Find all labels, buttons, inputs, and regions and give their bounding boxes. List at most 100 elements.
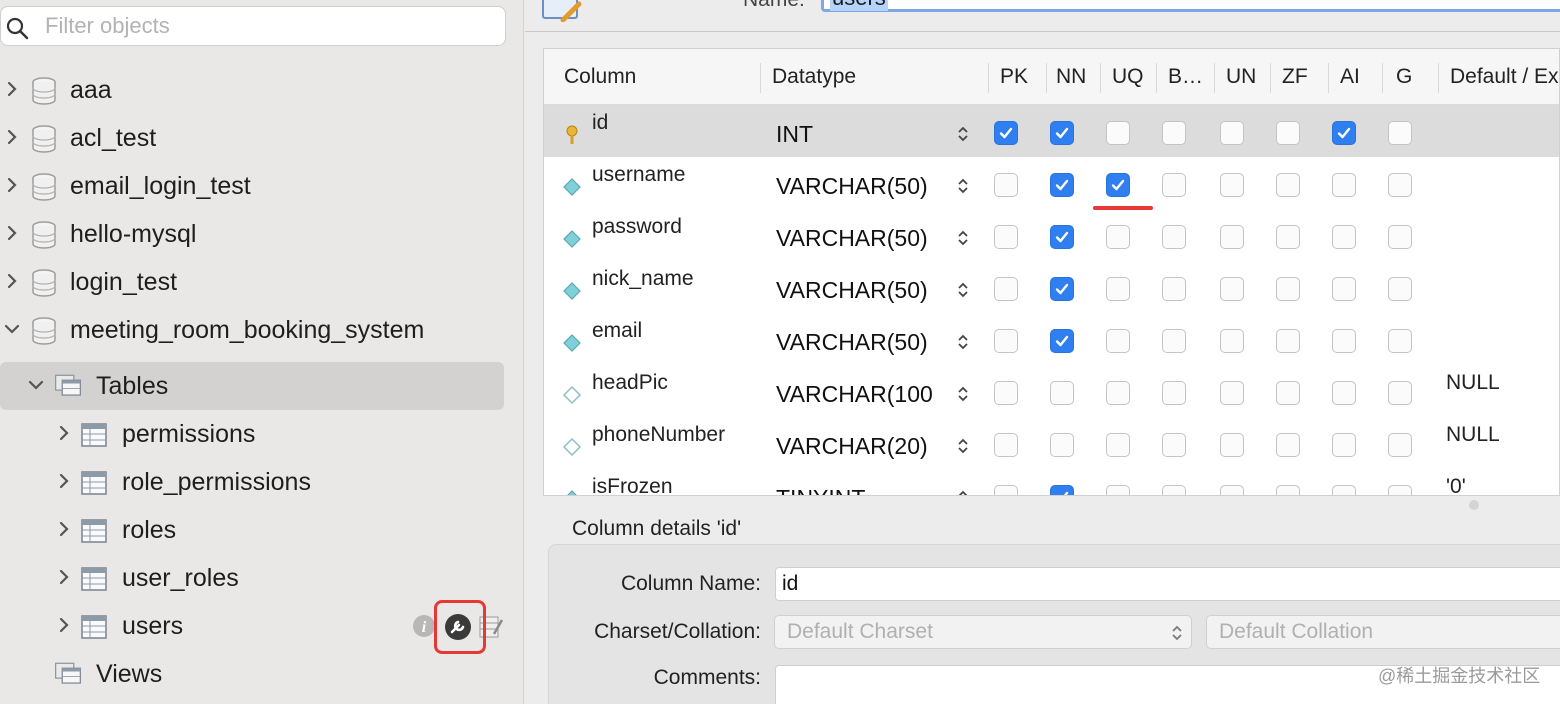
flag-checkbox[interactable]	[1388, 277, 1412, 301]
datatype-updown-icon[interactable]	[956, 123, 970, 145]
flag-checkbox[interactable]	[1106, 433, 1130, 457]
flag-checkbox[interactable]	[1276, 225, 1300, 249]
flag-checkbox[interactable]	[1220, 173, 1244, 197]
flag-checkbox[interactable]	[1388, 225, 1412, 249]
flag-checkbox[interactable]	[1162, 329, 1186, 353]
schema-item[interactable]: email_login_test	[0, 162, 520, 210]
column-datatype[interactable]: VARCHAR(20)	[776, 433, 952, 460]
flag-checkbox[interactable]	[1276, 121, 1300, 145]
flag-checkbox[interactable]	[1162, 225, 1186, 249]
column-default[interactable]: NULL	[1446, 371, 1500, 395]
flag-checkbox[interactable]	[1332, 433, 1356, 457]
column-name[interactable]: isFrozen	[592, 475, 673, 495]
table-name-field[interactable]: users	[821, 0, 1560, 12]
column-header[interactable]: UN	[1226, 65, 1256, 89]
column-row[interactable]: email VARCHAR(50)	[544, 313, 1559, 365]
column-header[interactable]: Datatype	[772, 65, 856, 89]
table-item[interactable]: role_permissions	[0, 458, 520, 506]
flag-checkbox[interactable]	[1050, 277, 1074, 301]
flag-checkbox[interactable]	[1276, 485, 1300, 495]
chevron-right-icon[interactable]	[56, 422, 72, 444]
column-name[interactable]: headPic	[592, 371, 668, 395]
schema-item[interactable]: login_test	[0, 258, 520, 306]
flag-checkbox[interactable]	[1332, 277, 1356, 301]
flag-checkbox[interactable]	[1162, 485, 1186, 495]
datatype-updown-icon[interactable]	[956, 487, 970, 495]
flag-checkbox[interactable]	[1332, 121, 1356, 145]
flag-checkbox[interactable]	[1106, 329, 1130, 353]
flag-checkbox[interactable]	[1332, 329, 1356, 353]
flag-checkbox[interactable]	[1162, 173, 1186, 197]
column-default[interactable]: NULL	[1446, 423, 1500, 447]
column-name[interactable]: password	[592, 215, 682, 239]
flag-checkbox[interactable]	[994, 277, 1018, 301]
flag-checkbox[interactable]	[1106, 485, 1130, 495]
chevron-right-icon[interactable]	[4, 222, 20, 244]
flag-checkbox[interactable]	[1220, 225, 1244, 249]
chevron-right-icon[interactable]	[56, 518, 72, 540]
flag-checkbox[interactable]	[1332, 173, 1356, 197]
column-header[interactable]: B…	[1168, 65, 1203, 89]
views-folder[interactable]: Views	[0, 650, 520, 698]
flag-checkbox[interactable]	[1050, 485, 1074, 495]
flag-checkbox[interactable]	[1220, 277, 1244, 301]
chevron-right-icon[interactable]	[4, 126, 20, 148]
collation-select[interactable]: Default Collation	[1206, 615, 1560, 649]
flag-checkbox[interactable]	[1106, 277, 1130, 301]
column-datatype[interactable]: VARCHAR(100	[776, 381, 952, 408]
column-header[interactable]: Column	[564, 65, 636, 89]
flag-checkbox[interactable]	[1388, 329, 1412, 353]
flag-checkbox[interactable]	[1388, 121, 1412, 145]
filter-objects-input[interactable]	[45, 11, 485, 41]
schema-item[interactable]: meeting_room_booking_system	[0, 306, 520, 354]
column-default[interactable]: '0'	[1446, 475, 1466, 495]
column-header[interactable]: PK	[1000, 65, 1028, 89]
flag-checkbox[interactable]	[1162, 381, 1186, 405]
flag-checkbox[interactable]	[994, 121, 1018, 145]
filter-objects-field[interactable]	[0, 6, 506, 46]
flag-checkbox[interactable]	[994, 433, 1018, 457]
schema-item[interactable]: hello-mysql	[0, 210, 520, 258]
column-datatype[interactable]: VARCHAR(50)	[776, 225, 952, 252]
column-name[interactable]: email	[592, 319, 642, 343]
column-row[interactable]: nick_name VARCHAR(50)	[544, 261, 1559, 313]
flag-checkbox[interactable]	[1162, 277, 1186, 301]
flag-checkbox[interactable]	[1332, 485, 1356, 495]
column-row[interactable]: username VARCHAR(50)	[544, 157, 1559, 209]
schema-item[interactable]: aaa	[0, 66, 520, 114]
flag-checkbox[interactable]	[994, 225, 1018, 249]
flag-checkbox[interactable]	[994, 329, 1018, 353]
column-datatype[interactable]: TINYINT	[776, 485, 952, 495]
info-icon[interactable]: i	[412, 614, 436, 638]
flag-checkbox[interactable]	[1276, 173, 1300, 197]
flag-checkbox[interactable]	[1162, 121, 1186, 145]
flag-checkbox[interactable]	[1106, 121, 1130, 145]
flag-checkbox[interactable]	[1050, 329, 1074, 353]
chevron-right-icon[interactable]	[4, 174, 20, 196]
chevron-right-icon[interactable]	[4, 270, 20, 292]
chevron-down-icon[interactable]	[28, 374, 44, 396]
column-header[interactable]: AI	[1340, 65, 1360, 89]
flag-checkbox[interactable]	[1388, 485, 1412, 495]
flag-checkbox[interactable]	[1162, 433, 1186, 457]
datatype-updown-icon[interactable]	[956, 227, 970, 249]
column-name[interactable]: id	[592, 111, 608, 135]
scroll-indicator[interactable]	[1469, 500, 1479, 510]
chevron-right-icon[interactable]	[56, 614, 72, 636]
column-name[interactable]: username	[592, 163, 685, 187]
column-row[interactable]: password VARCHAR(50)	[544, 209, 1559, 261]
flag-checkbox[interactable]	[994, 381, 1018, 405]
chevron-down-icon[interactable]	[4, 318, 20, 340]
flag-checkbox[interactable]	[1220, 381, 1244, 405]
flag-checkbox[interactable]	[1220, 433, 1244, 457]
flag-checkbox[interactable]	[1106, 173, 1130, 197]
flag-checkbox[interactable]	[1220, 329, 1244, 353]
column-header[interactable]: NN	[1056, 65, 1086, 89]
column-header[interactable]: UQ	[1112, 65, 1144, 89]
flag-checkbox[interactable]	[1050, 173, 1074, 197]
flag-checkbox[interactable]	[1106, 381, 1130, 405]
column-header[interactable]: Default / Ex	[1450, 65, 1559, 89]
table-item[interactable]: permissions	[0, 410, 520, 458]
table-item[interactable]: user_roles	[0, 554, 520, 602]
column-name[interactable]: phoneNumber	[592, 423, 725, 447]
